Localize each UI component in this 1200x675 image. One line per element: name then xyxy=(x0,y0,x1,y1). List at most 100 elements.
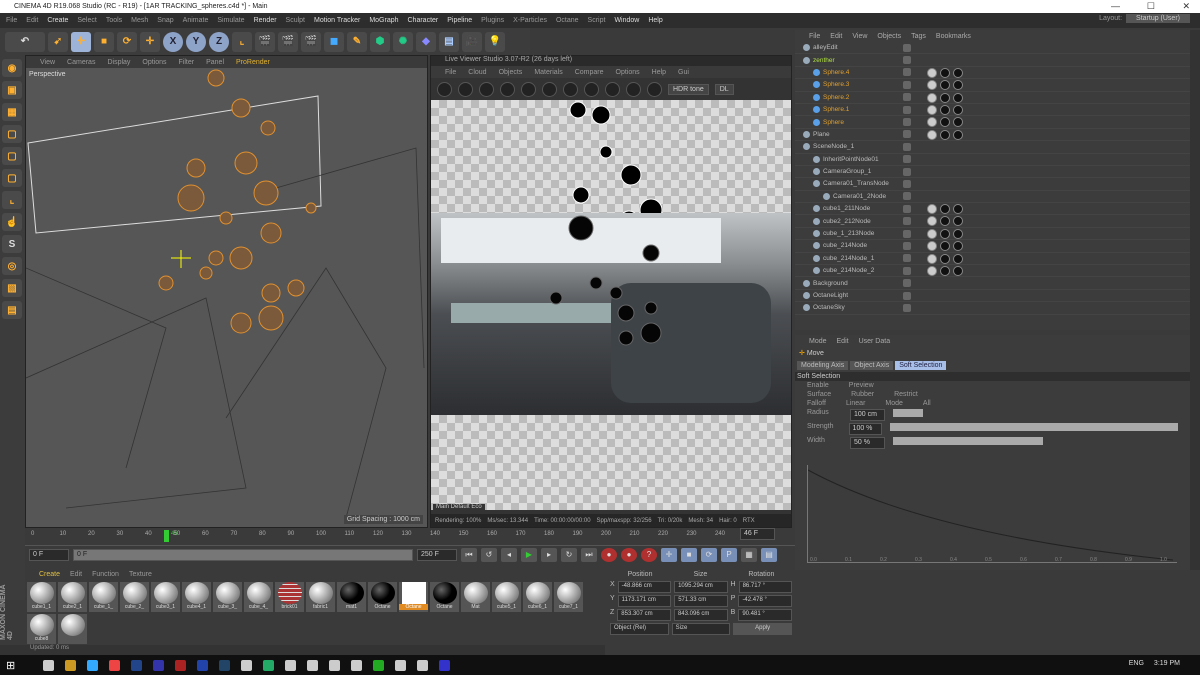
subdivision-icon[interactable]: ⬢ xyxy=(370,31,390,52)
end-frame-field[interactable]: 250 F xyxy=(417,549,457,561)
object-row[interactable]: alleyEdit xyxy=(795,42,1190,55)
visibility-toggle[interactable] xyxy=(903,291,911,300)
live-viewer-menu-gui[interactable]: Gui xyxy=(678,69,689,76)
object-menu-objects[interactable]: Objects xyxy=(877,33,901,40)
object-name[interactable]: alleyEdit xyxy=(813,44,838,51)
material-swatch[interactable]: cube6_1 xyxy=(523,582,552,612)
menu-octane[interactable]: Octane xyxy=(556,17,579,24)
object-name[interactable]: Background xyxy=(813,280,848,287)
playhead[interactable] xyxy=(164,530,169,542)
key-rotation-button[interactable]: ⟳ xyxy=(701,548,717,562)
taskbar-app-icon[interactable] xyxy=(329,659,341,671)
visibility-toggle[interactable] xyxy=(903,43,911,52)
material-tag-icon[interactable] xyxy=(940,241,950,252)
object-name[interactable]: cube1_211Node xyxy=(823,205,870,212)
taskbar-app-icon[interactable] xyxy=(263,659,275,671)
menu-pipeline[interactable]: Pipeline xyxy=(447,17,472,24)
material-swatch[interactable]: cube5_1 xyxy=(492,582,521,612)
goto-end-button[interactable]: ⏭ xyxy=(581,548,597,562)
menu-x-particles[interactable]: X-Particles xyxy=(513,17,547,24)
viewport-menu-prorender[interactable]: ProRender xyxy=(236,59,270,66)
visibility-toggle[interactable] xyxy=(903,93,911,102)
menu-mesh[interactable]: Mesh xyxy=(131,17,148,24)
deformer-icon[interactable]: ◆ xyxy=(416,31,436,52)
taskbar-app-icon[interactable] xyxy=(43,659,55,671)
material-tag-icon[interactable] xyxy=(953,117,963,128)
taskbar-app-icon[interactable] xyxy=(109,659,121,671)
material-tag-icon[interactable] xyxy=(940,204,950,215)
object-name[interactable]: cube_214Node_1 xyxy=(823,255,874,262)
material-tag-icon[interactable] xyxy=(953,104,963,115)
visibility-toggle[interactable] xyxy=(903,192,911,201)
object-row[interactable]: CameraGroup_1 xyxy=(795,166,1190,179)
maximize-button[interactable]: ☐ xyxy=(1147,1,1155,12)
material-tag-icon[interactable] xyxy=(953,241,963,252)
viewport-menu-display[interactable]: Display xyxy=(107,59,130,66)
next-key-button[interactable]: ↻ xyxy=(561,548,577,562)
pause-render-icon[interactable] xyxy=(479,81,494,97)
keyframe-selection-button[interactable]: ? xyxy=(641,548,657,562)
lock-icon[interactable] xyxy=(542,81,557,97)
key-position-button[interactable]: ✛ xyxy=(661,548,677,562)
material-tag-icon[interactable] xyxy=(927,266,937,277)
render-picture-viewer-icon[interactable]: 🎬 xyxy=(278,31,298,52)
render-channel-select[interactable]: DL xyxy=(714,83,734,95)
visibility-toggle[interactable] xyxy=(903,118,911,127)
timeline-window-button[interactable]: ▤ xyxy=(761,548,777,562)
object-row[interactable]: cube_214Node_1 xyxy=(795,253,1190,266)
material-tag-icon[interactable] xyxy=(940,129,950,140)
rotation-field[interactable]: 86.717 ° xyxy=(738,581,792,593)
cloner-icon[interactable]: ✺ xyxy=(393,31,413,52)
live-viewer-menu-objects[interactable]: Objects xyxy=(499,69,523,76)
menu-create[interactable]: Create xyxy=(47,17,68,24)
slider-bar[interactable] xyxy=(893,437,1043,445)
attribute-option[interactable]: Restrict xyxy=(894,391,918,398)
material-swatch[interactable]: cube8 xyxy=(27,614,56,644)
material-tag-icon[interactable] xyxy=(927,241,937,252)
object-name[interactable]: Camera01_2Node xyxy=(833,193,886,200)
visibility-toggle[interactable] xyxy=(903,105,911,114)
visibility-toggle[interactable] xyxy=(903,217,911,226)
material-tag-icon[interactable] xyxy=(953,266,963,277)
live-viewer-menu-materials[interactable]: Materials xyxy=(534,69,562,76)
object-menu-tags[interactable]: Tags xyxy=(911,33,926,40)
material-tag-icon[interactable] xyxy=(940,67,950,78)
undo-button[interactable]: ↶ xyxy=(5,31,45,52)
restart-render-icon[interactable] xyxy=(458,81,473,97)
workplane-icon[interactable]: ◎ xyxy=(2,257,22,275)
material-swatch[interactable]: cube1_1 xyxy=(27,582,56,612)
object-name[interactable]: cube_214Node_2 xyxy=(823,267,874,274)
taskbar-app-icon[interactable] xyxy=(417,659,429,671)
material-tag-icon[interactable] xyxy=(953,80,963,91)
texture-mode-icon[interactable]: ▦ xyxy=(2,103,22,121)
taskbar-app-icon[interactable] xyxy=(307,659,319,671)
material-swatch[interactable]: cube3_1 xyxy=(151,582,180,612)
goto-start-button[interactable]: ⏮ xyxy=(461,548,477,562)
render-settings-icon[interactable]: 🎬 xyxy=(301,31,321,52)
material-tag-icon[interactable] xyxy=(953,253,963,264)
rotate-tool-icon[interactable]: ⟳ xyxy=(117,31,137,52)
menu-edit[interactable]: Edit xyxy=(26,17,38,24)
position-field[interactable]: 853.307 cm xyxy=(617,609,671,621)
position-field[interactable]: 1173.171 cm xyxy=(617,595,672,607)
right-dock-tabs[interactable] xyxy=(1190,30,1200,570)
material-swatch[interactable]: cube_3_ xyxy=(213,582,242,612)
x-axis-lock-button[interactable]: X xyxy=(163,31,183,52)
visibility-toggle[interactable] xyxy=(903,155,911,164)
size-field[interactable]: 1095.294 cm xyxy=(674,581,728,593)
taskbar-app-icon[interactable] xyxy=(285,659,297,671)
pick-material-icon[interactable] xyxy=(626,81,641,97)
layout-select[interactable]: Layout: Startup (User) xyxy=(1099,14,1190,23)
move-tool-icon[interactable]: ✛ xyxy=(71,31,91,52)
menu-window[interactable]: Window xyxy=(614,17,639,24)
visibility-toggle[interactable] xyxy=(903,142,911,151)
make-editable-icon[interactable]: ◉ xyxy=(2,59,22,77)
snap-icon[interactable]: S xyxy=(2,235,22,253)
rendered-image[interactable] xyxy=(431,213,791,415)
key-scale-button[interactable]: ■ xyxy=(681,548,697,562)
falloff-graph[interactable]: 0.0 0.1 0.2 0.3 0.4 0.5 0.6 0.7 0.8 0.9 1.0 xyxy=(807,465,1177,563)
menu-plugins[interactable]: Plugins xyxy=(481,17,504,24)
start-button[interactable]: ⊞ xyxy=(6,659,15,672)
viewport-menu-view[interactable]: View xyxy=(40,59,55,66)
attribute-option[interactable]: Preview xyxy=(849,382,874,389)
